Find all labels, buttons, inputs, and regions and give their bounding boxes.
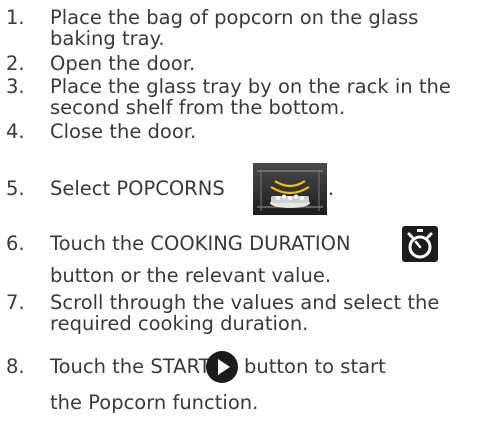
popcorn-program-icon: [253, 163, 327, 219]
play-icon: [206, 351, 238, 387]
step-number: 1.: [6, 6, 25, 29]
step-text-after-line2: the Popcorn function.: [50, 391, 259, 414]
step-6: 6. Touch the COOKING DURATION button or …: [0, 226, 492, 290]
step-number: 4.: [6, 120, 25, 143]
step-number: 7.: [6, 291, 25, 314]
step-8: 8. Touch the START button to start the P…: [0, 348, 492, 428]
step-text-after: .: [328, 177, 335, 200]
step-number: 5.: [6, 177, 25, 200]
step-text: Place the glass tray by on the rack in t…: [50, 75, 451, 119]
step-text: Scroll through the values and select the…: [50, 291, 440, 335]
step-text: Open the door.: [50, 52, 196, 75]
stopwatch-icon: [402, 226, 438, 266]
step-text-after: button or the relevant value.: [50, 264, 332, 287]
step-text: Place the bag of popcorn on the glass ba…: [50, 6, 419, 50]
step-number: 2.: [6, 52, 25, 75]
step-number: 3.: [6, 75, 25, 98]
step-text-after-line1: button to start: [244, 355, 386, 378]
step-number: 8.: [6, 355, 25, 378]
step-text: Close the door.: [50, 120, 197, 143]
step-5: 5. Select POPCORNS .: [0, 163, 492, 215]
step-text-before: Select POPCORNS: [50, 177, 225, 200]
step-number: 6.: [6, 232, 25, 255]
